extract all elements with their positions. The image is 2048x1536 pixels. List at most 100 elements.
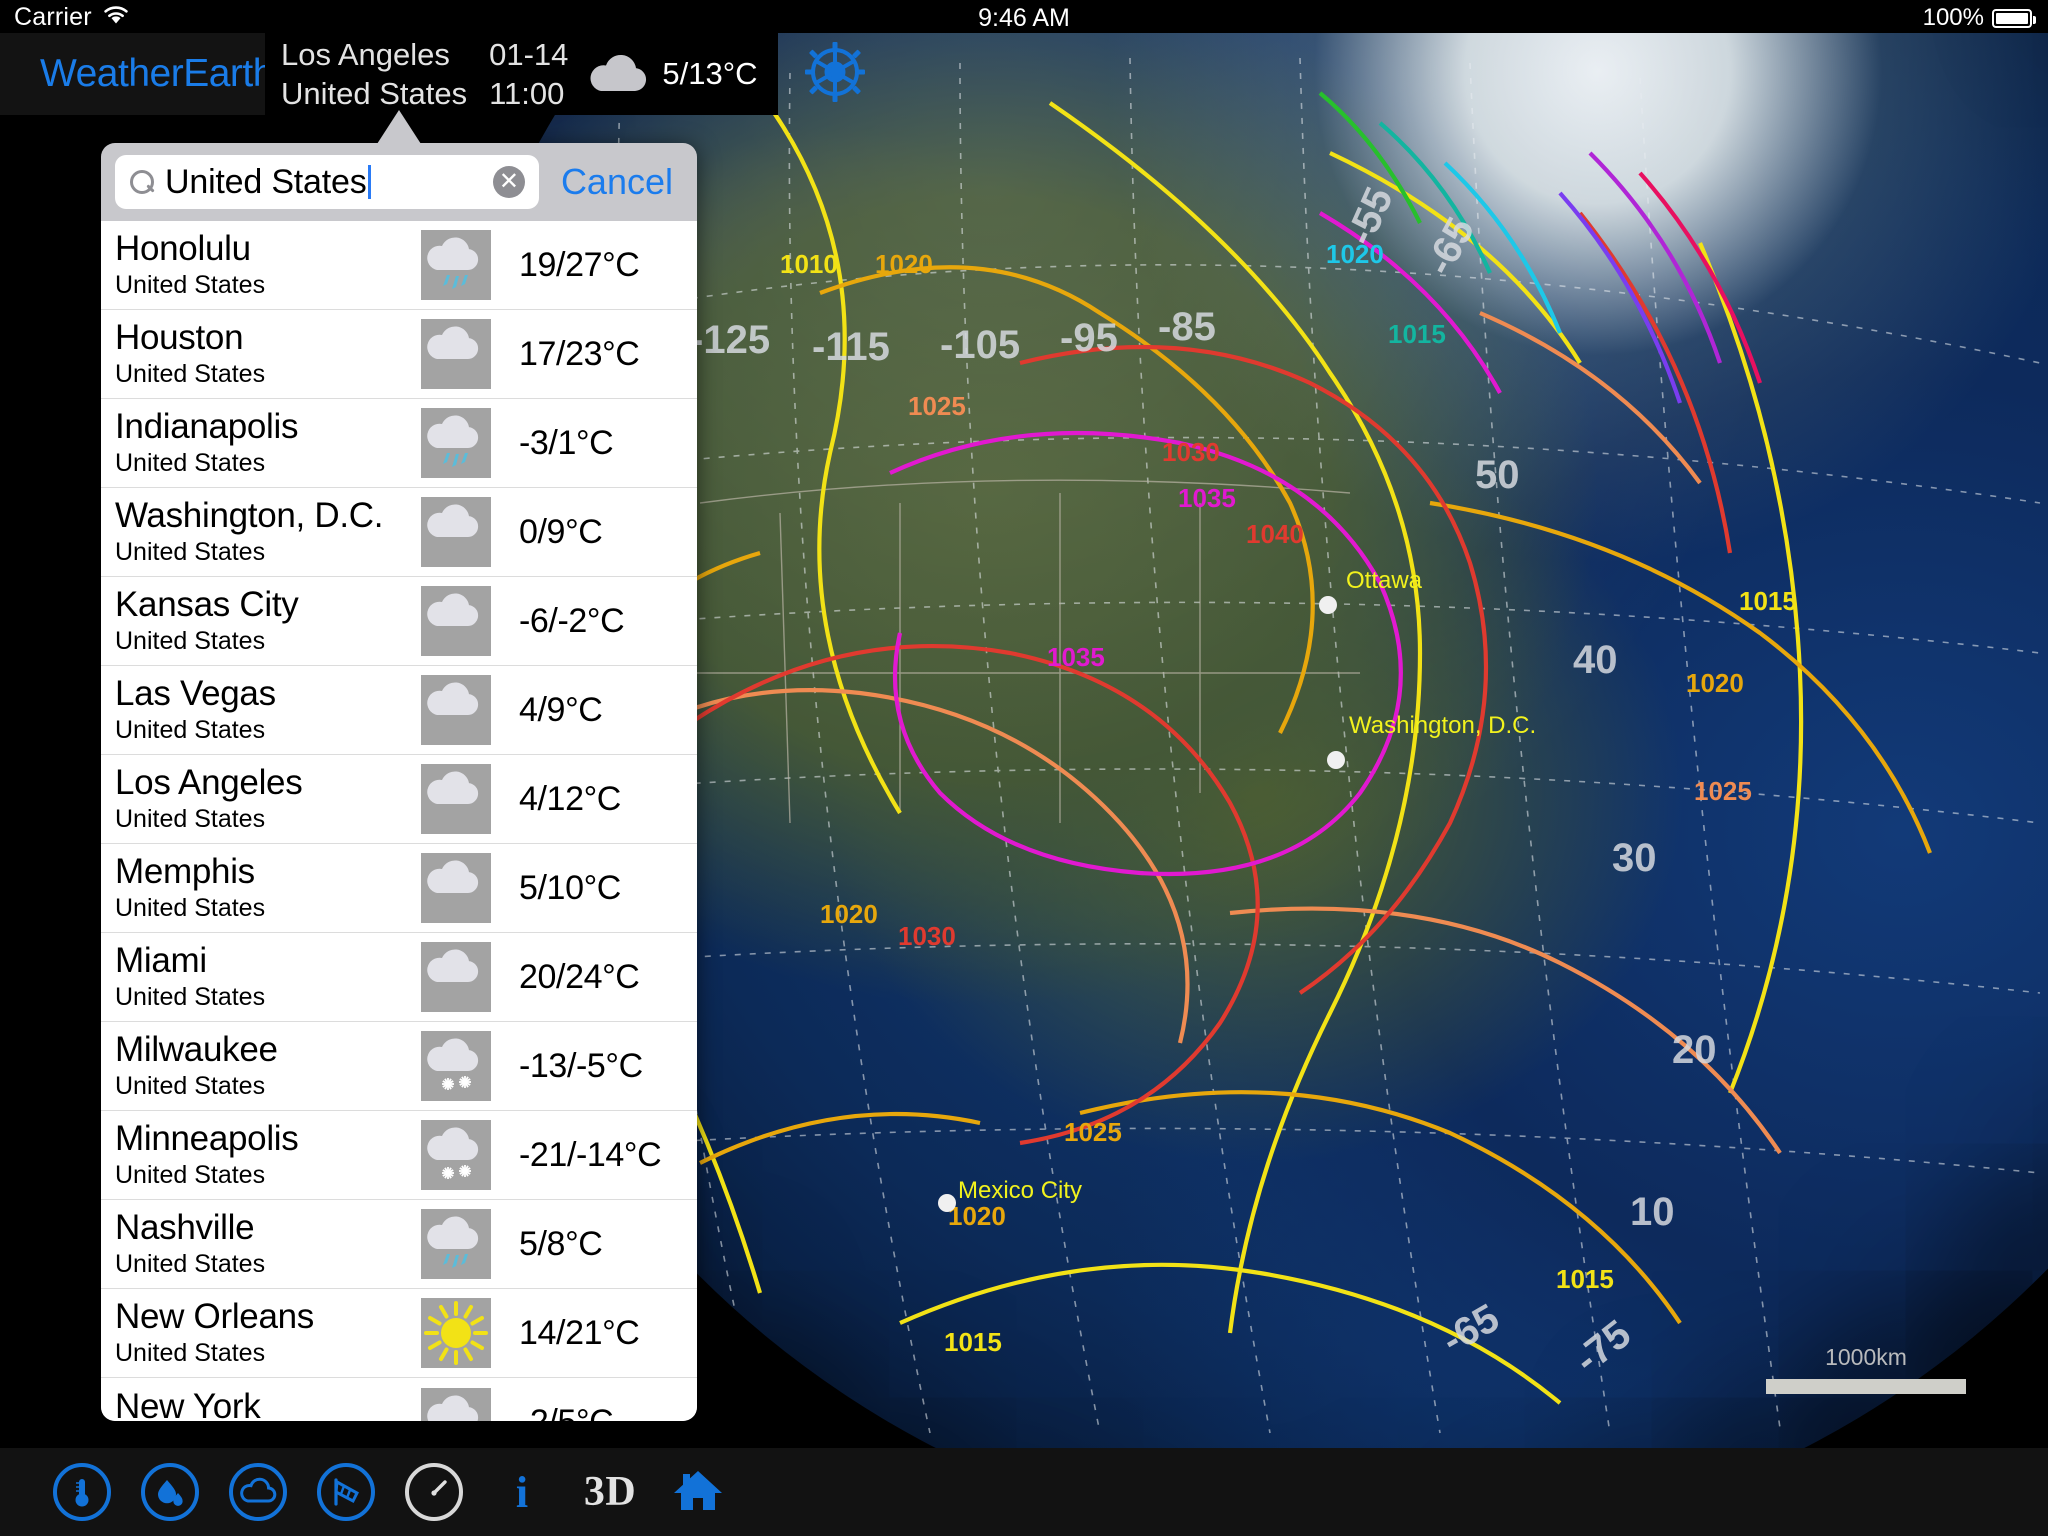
current-location-panel[interactable]: Los Angeles 01-14 United States 11:00 5/… [265, 33, 778, 115]
list-item-city: Houston [115, 318, 244, 357]
list-item-text: Kansas City United States [115, 577, 421, 665]
list-item[interactable]: Memphis United States 5/10°C [101, 844, 697, 933]
list-item-weather [421, 1111, 497, 1199]
list-item-city: Miami [115, 941, 207, 980]
toolbar-item-precipitation[interactable] [126, 1448, 214, 1536]
current-temperature: 5/13°C [662, 56, 758, 91]
list-item[interactable]: Indianapolis United States -3/1°C [101, 399, 697, 488]
list-item-city: Nashville [115, 1208, 255, 1247]
list-item-country: United States [115, 627, 266, 655]
popover-arrow [377, 110, 421, 144]
list-item[interactable]: Houston United States 17/23°C [101, 310, 697, 399]
list-item[interactable]: Nashville United States 5/8°C [101, 1200, 697, 1289]
list-item-weather [421, 666, 497, 754]
cloud-icon [421, 853, 491, 923]
list-item-city: New Orleans [115, 1297, 314, 1336]
current-city: Los Angeles [281, 36, 450, 72]
current-location-grid: Los Angeles 01-14 United States 11:00 [281, 36, 568, 113]
toolbar-item-three-d[interactable]: 3D [566, 1448, 654, 1536]
list-item[interactable]: New York United States -2/5°C [101, 1378, 697, 1421]
brand-container[interactable]: WeatherEarth [0, 33, 274, 115]
cloud-icon [229, 1463, 287, 1521]
list-item-weather [421, 488, 497, 576]
cloud-icon [421, 586, 491, 656]
clear-icon[interactable]: ✕ [492, 166, 525, 198]
list-item[interactable]: Los Angeles United States 4/12°C [101, 755, 697, 844]
list-item-weather [421, 310, 497, 398]
battery-icon [1992, 8, 2036, 28]
list-item-weather [421, 399, 497, 487]
list-item-temp-cell: 5/8°C [497, 1200, 697, 1288]
list-item[interactable]: Kansas City United States -6/-2°C [101, 577, 697, 666]
search-popover: United States ✕ Cancel Honolulu United S… [101, 143, 697, 1421]
settings-button[interactable] [778, 33, 866, 115]
list-item-weather [421, 1289, 497, 1377]
list-item-temp-cell: -13/-5°C [497, 1022, 697, 1110]
list-item-text: Las Vegas United States [115, 666, 421, 754]
map-scale-label: 1000km [1825, 1344, 1907, 1370]
list-item-country: United States [115, 805, 266, 833]
list-item-text: Honolulu United States [115, 221, 421, 309]
list-item[interactable]: New Orleans United States 14/21°C [101, 1289, 697, 1378]
list-item[interactable]: Milwaukee United States -13/-5°C [101, 1022, 697, 1111]
3d-icon: 3D [583, 1469, 637, 1515]
map-scale-bar: 1000km [1766, 1344, 1966, 1394]
list-item-country: United States [115, 360, 266, 388]
list-item-text: Nashville United States [115, 1200, 421, 1288]
list-item-weather [421, 1022, 497, 1110]
cancel-button[interactable]: Cancel [545, 161, 685, 203]
list-item-temp-cell: 20/24°C [497, 933, 697, 1021]
list-item-country: United States [115, 894, 266, 922]
list-item[interactable]: Washington, D.C. United States 0/9°C [101, 488, 697, 577]
list-item-temp-cell: 14/21°C [497, 1289, 697, 1377]
list-item-city: Minneapolis [115, 1119, 299, 1158]
rain-icon [421, 1209, 491, 1279]
bottom-toolbar: i 3D [0, 1448, 2048, 1536]
toolbar-item-home[interactable] [654, 1448, 742, 1536]
list-item-temperature: 20/24°C [519, 957, 640, 996]
list-item-text: Los Angeles United States [115, 755, 421, 843]
list-item-country: United States [115, 983, 266, 1011]
toolbar-item-clouds[interactable] [214, 1448, 302, 1536]
map-scale-bar-line [1766, 1379, 1966, 1394]
cloud-icon [421, 497, 491, 567]
list-item-weather [421, 1200, 497, 1288]
list-item-temp-cell: -3/1°C [497, 399, 697, 487]
gear-icon [804, 41, 866, 108]
app-header: WeatherEarth Los Angeles 01-14 United St… [0, 33, 866, 115]
toolbar-item-wind[interactable] [302, 1448, 390, 1536]
status-bar: Carrier 9:46 AM 100% [0, 0, 2048, 33]
toolbar-item-temperature[interactable] [38, 1448, 126, 1536]
list-item-city: Memphis [115, 852, 255, 891]
search-input-value: United States [165, 162, 367, 201]
search-input[interactable]: United States ✕ [115, 155, 539, 209]
search-results-list[interactable]: Honolulu United States 19/27°C Houston U… [101, 221, 697, 1421]
snow-icon [421, 1120, 491, 1190]
current-date: 01-14 [489, 36, 569, 72]
cloud-icon [421, 942, 491, 1012]
list-item[interactable]: Honolulu United States 19/27°C [101, 221, 697, 310]
list-item-weather [421, 221, 497, 309]
toolbar-item-info[interactable]: i [478, 1448, 566, 1536]
list-item-country: United States [115, 1250, 266, 1278]
home-icon [671, 1465, 725, 1520]
list-item-temp-cell: 5/10°C [497, 844, 697, 932]
toolbar-item-pressure[interactable] [390, 1448, 478, 1536]
battery-percent-label: 100% [1922, 4, 1984, 31]
list-item-temperature: 4/12°C [519, 779, 621, 818]
list-item-temperature: -3/1°C [519, 423, 614, 462]
list-item-temperature: -2/5°C [519, 1403, 614, 1421]
list-item-country: United States [115, 1339, 266, 1367]
list-item[interactable]: Minneapolis United States -21/-14°C [101, 1111, 697, 1200]
list-item-city: Washington, D.C. [115, 496, 384, 535]
list-item-country: United States [115, 716, 266, 744]
list-item-text: Memphis United States [115, 844, 421, 932]
list-item-country: United States [115, 538, 266, 566]
list-item[interactable]: Las Vegas United States 4/9°C [101, 666, 697, 755]
status-bar-right: 100% [1922, 4, 2036, 32]
list-item[interactable]: Miami United States 20/24°C [101, 933, 697, 1022]
list-item-temperature: 0/9°C [519, 512, 603, 551]
list-item-text: New York United States [115, 1378, 421, 1422]
list-item-city: Las Vegas [115, 674, 276, 713]
status-bar-clock: 9:46 AM [978, 4, 1070, 32]
